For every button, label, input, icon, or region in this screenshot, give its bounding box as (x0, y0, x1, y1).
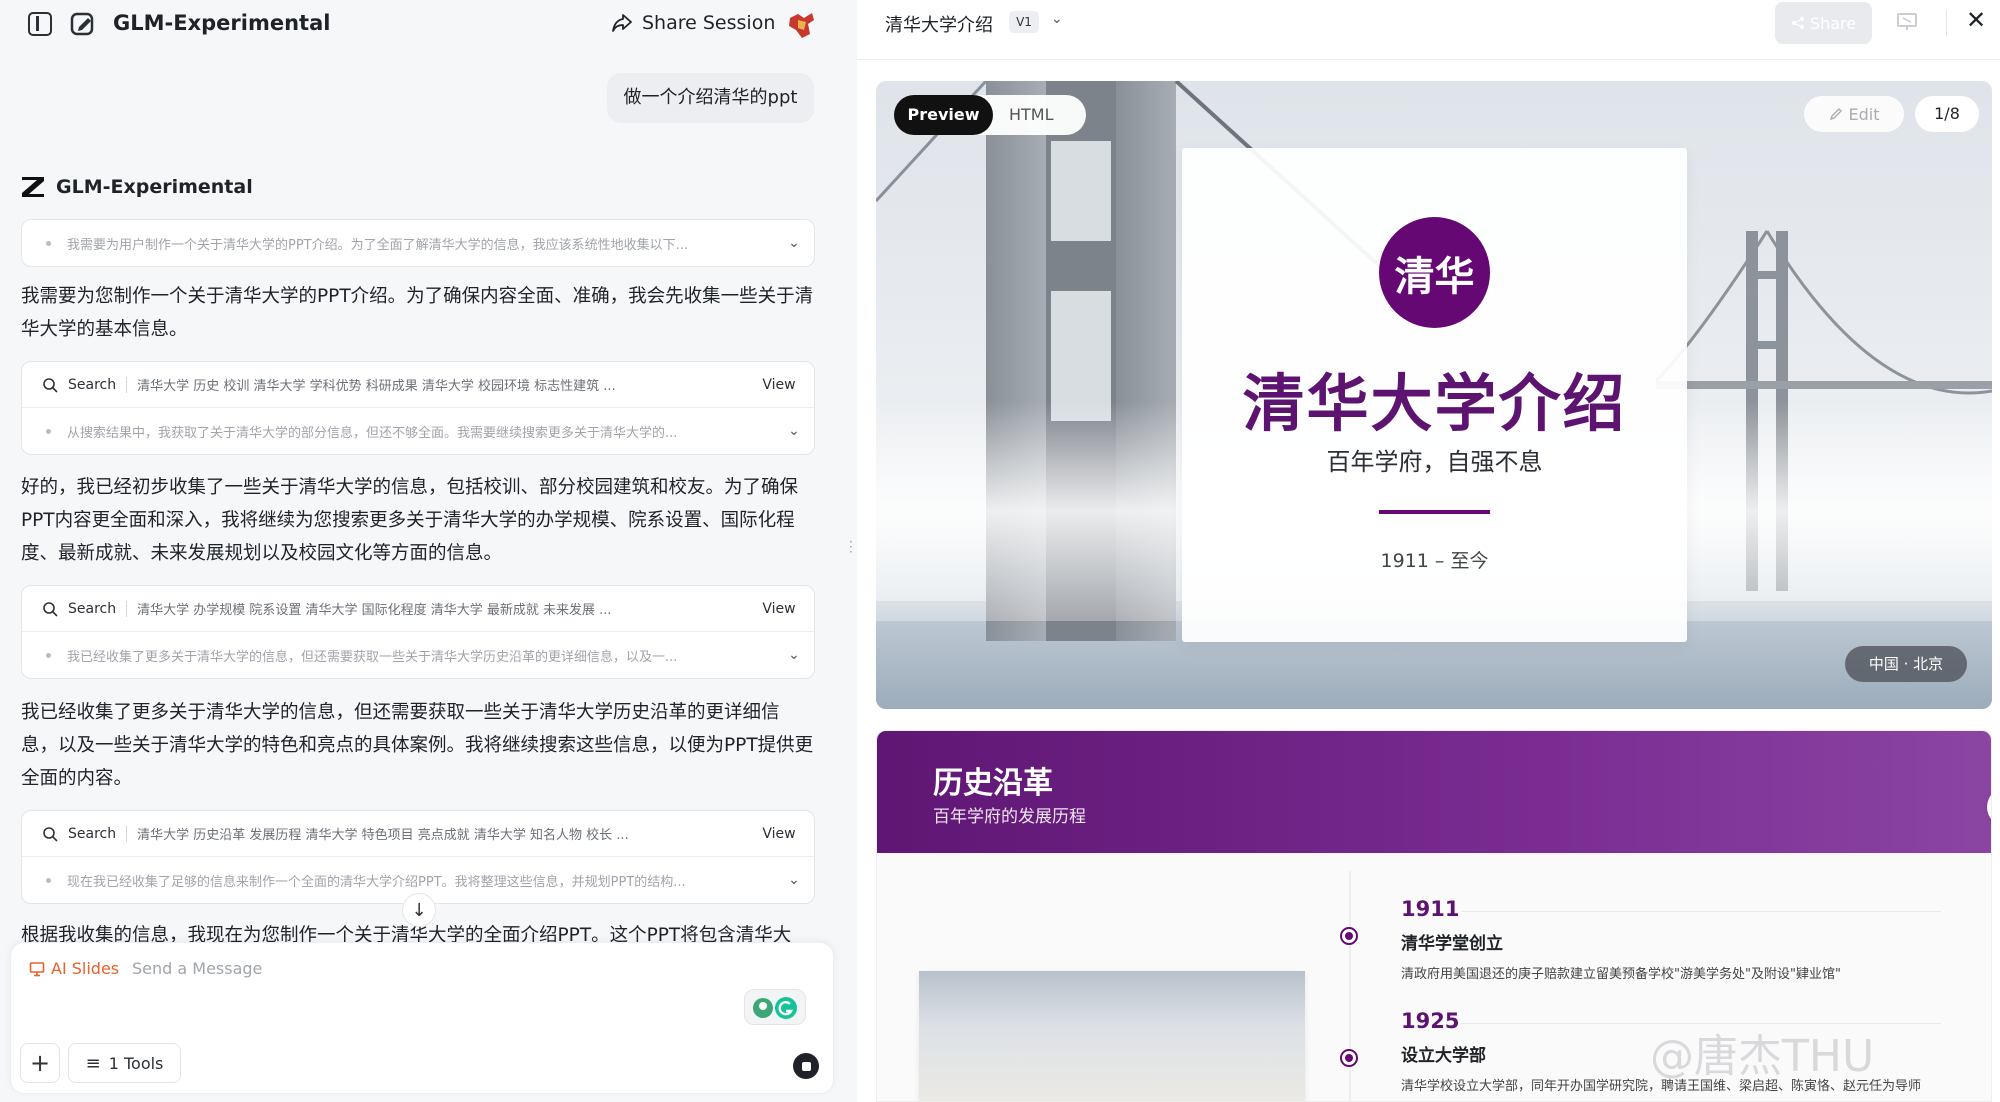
version-badge[interactable]: V1 (1009, 11, 1039, 33)
history-header: 历史沿革 百年学府的发展历程 (877, 731, 1991, 853)
title-divider (1379, 510, 1490, 514)
thinking-text: 我已经收集了更多关于清华大学的信息，但还需要获取一些关于清华大学历史沿革的更详细… (67, 649, 678, 665)
search-icon (43, 826, 58, 842)
message-input[interactable]: Send a Message (132, 959, 262, 978)
view-button[interactable]: View (744, 826, 814, 842)
tab-preview[interactable]: Preview (894, 95, 993, 135)
search-queries: 清华大学 历史 校训 清华大学 学科优势 科研成果 清华大学 校园环境 标志性建… (137, 379, 616, 394)
plus-icon: + (29, 1049, 51, 1077)
chevron-down-icon[interactable]: ⌄ (774, 647, 814, 663)
stop-icon (801, 1061, 811, 1071)
weibo-watermark: @唐杰THU (1650, 1031, 1875, 1082)
event-year: 1911 (1401, 897, 1460, 921)
chevron-down-icon[interactable]: ⌄ (774, 235, 814, 251)
share-label: Share (1809, 13, 1857, 33)
event-description: 清政府用美国退还的庚子赔款建立留美预备学校"游美学务处"及附设"肄业馆" (1401, 967, 1841, 982)
share-session-button[interactable]: Share Session (612, 12, 775, 34)
search-label: Search (68, 825, 117, 842)
tools-button[interactable]: ≡ 1 Tools (68, 1043, 181, 1083)
timeline-line (1349, 871, 1351, 1101)
edit-label: Edit (1848, 104, 1880, 124)
search-block: Search 清华大学 办学规模 院系设置 清华大学 国际化程度 清华大学 最新… (21, 585, 815, 679)
slide-title: Preview HTML Edit 1/8 清华 清华大学介绍 百年学府，自强不… (876, 81, 1992, 709)
view-tabs: Preview HTML (894, 95, 1086, 135)
timeline-event: 1911 清华学堂创立 清政府用美国退还的庚子赔款建立留美预备学校"游美学务处"… (1401, 897, 1941, 982)
share-button[interactable]: Share (1775, 2, 1872, 44)
thinking-text: 我需要为用户制作一个关于清华大学的PPT介绍。为了全面了解清华大学的信息，我应该… (67, 237, 689, 253)
title-card: 清华 清华大学介绍 百年学府，自强不息 1911 – 至今 (1182, 148, 1687, 642)
view-button[interactable]: View (744, 601, 814, 617)
edit-button[interactable]: Edit (1804, 96, 1904, 132)
slides-icon (29, 961, 45, 976)
share-arrow-icon (612, 14, 632, 32)
tools-label: 1 Tools (108, 1053, 164, 1073)
thinking-block[interactable]: 我需要为用户制作一个关于清华大学的PPT介绍。为了全面了解清华大学的信息，我应该… (21, 219, 815, 267)
search-block: Search 清华大学 历史 校训 清华大学 学科优势 科研成果 清华大学 校园… (21, 361, 815, 455)
user-message-bubble: 做一个介绍清华的ppt (607, 73, 814, 123)
search-queries: 清华大学 历史沿革 发展历程 清华大学 特色项目 亮点成就 清华大学 知名人物 … (137, 828, 629, 843)
timeline-marker (1340, 927, 1358, 945)
location-badge: 中国 · 北京 (1845, 646, 1967, 682)
preview-pane: 清华大学介绍 V1 ⌄ Share ✕ Preview HTML Edit 1/… (857, 0, 2000, 1102)
history-title: 历史沿革 (933, 766, 1053, 801)
pencil-icon (1829, 108, 1842, 121)
share-session-label: Share Session (642, 12, 776, 34)
new-chat-icon[interactable] (70, 11, 96, 37)
grammarly-icon[interactable] (744, 989, 806, 1025)
slide-years: 1911 – 至今 (1380, 550, 1489, 572)
ai-slides-mode[interactable]: AI Slides (29, 959, 119, 978)
tsinghua-seal: 清华 (1379, 217, 1490, 328)
assistant-name: GLM-Experimental (56, 176, 253, 198)
thinking-text: 从搜索结果中，我获取了关于清华大学的部分信息，但还不够全面。我需要继续搜索更多关… (67, 425, 678, 441)
ai-slides-label: AI Slides (51, 959, 120, 978)
chevron-down-icon[interactable]: ⌄ (774, 872, 814, 888)
thinking-text: 现在我已经收集了足够的信息来制作一个全面的清华大学介绍PPT。我将整理这些信息，… (67, 874, 686, 890)
history-subtitle: 百年学府的发展历程 (933, 807, 1086, 827)
event-title: 清华学堂创立 (1401, 934, 1503, 954)
preview-header: 清华大学介绍 V1 ⌄ Share ✕ (857, 0, 2000, 60)
pane-resize-handle[interactable]: · · · (849, 536, 853, 558)
slide-main-title: 清华大学介绍 (1242, 367, 1627, 440)
chevron-down-icon[interactable]: ⌄ (1051, 11, 1063, 27)
close-icon[interactable]: ✕ (1966, 6, 1986, 34)
message-composer: AI Slides Send a Message + ≡ 1 Tools (10, 942, 834, 1094)
search-block: Search 清华大学 历史沿革 发展历程 清华大学 特色项目 亮点成就 清华大… (21, 810, 815, 904)
document-title: 清华大学介绍 (885, 15, 993, 36)
tab-html[interactable]: HTML (1009, 95, 1054, 135)
list-icon: ≡ (85, 1052, 101, 1074)
sidebar-toggle-icon[interactable] (28, 12, 52, 36)
chevron-down-icon[interactable]: ⌄ (774, 423, 814, 439)
search-icon (43, 377, 58, 393)
view-button[interactable]: View (744, 377, 814, 393)
assistant-paragraph: 我需要为您制作一个关于清华大学的PPT介绍。为了确保内容全面、准确，我会先收集一… (21, 286, 814, 340)
add-attachment-button[interactable]: + (20, 1043, 60, 1083)
chat-pane: GLM-Experimental Share Session 做一个介绍清华的p… (0, 0, 857, 1102)
avatar[interactable] (786, 10, 818, 40)
search-label: Search (68, 376, 117, 393)
app-title: GLM-Experimental (113, 11, 331, 35)
chat-header: GLM-Experimental Share Session (0, 0, 857, 48)
assistant-paragraph: 我已经收集了更多关于清华大学的信息，但还需要获取一些关于清华大学历史沿革的更详细… (21, 702, 814, 789)
arrow-down-icon: ↓ (411, 899, 427, 921)
assistant-paragraph: 好的，我已经初步收集了一些关于清华大学的信息，包括校训、部分校园建筑和校友。为了… (21, 477, 799, 564)
page-indicator: 1/8 (1915, 96, 1979, 132)
zhipu-logo-icon (22, 177, 44, 197)
history-photo (919, 971, 1305, 1101)
slide-subtitle: 百年学府，自强不息 (1326, 448, 1543, 476)
stop-generating-button[interactable] (793, 1053, 819, 1079)
present-icon[interactable] (1896, 12, 1918, 32)
search-icon (43, 601, 58, 617)
timeline-marker (1340, 1049, 1358, 1067)
search-queries: 清华大学 办学规模 院系设置 清华大学 国际化程度 清华大学 最新成就 未来发展… (137, 603, 612, 618)
share-icon (1791, 17, 1804, 29)
search-label: Search (68, 600, 117, 617)
scroll-down-button[interactable]: ↓ (402, 893, 436, 927)
assistant-header: GLM-Experimental (20, 175, 253, 199)
